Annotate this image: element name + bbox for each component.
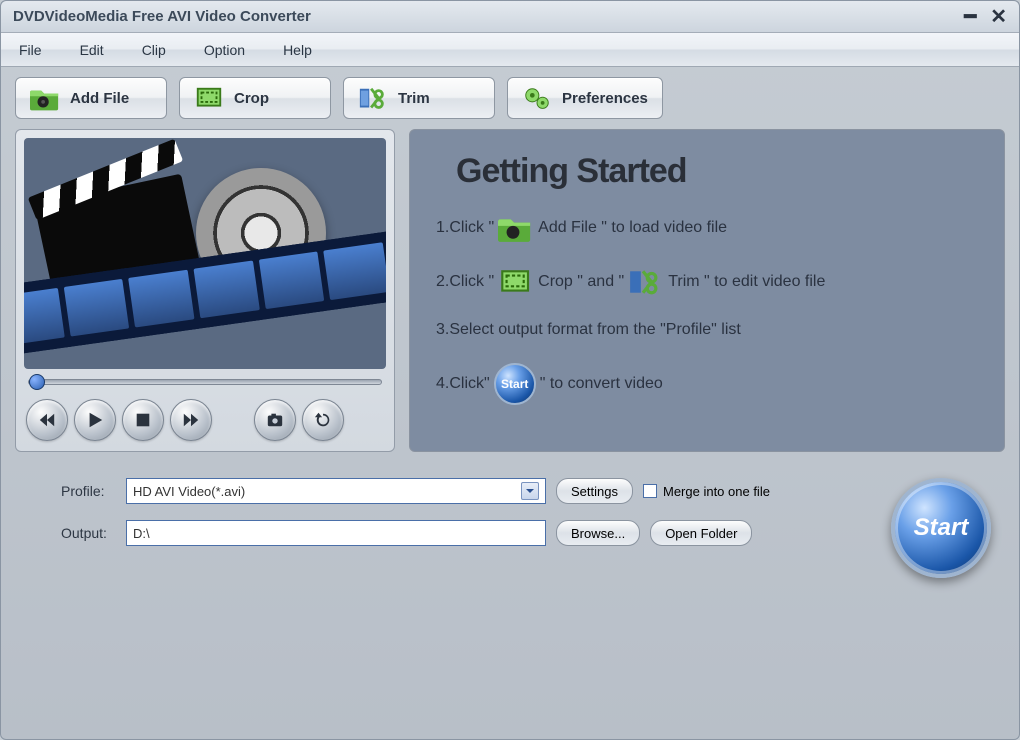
rewind-button[interactable] <box>26 399 68 441</box>
add-file-button[interactable]: Add File <box>15 77 167 119</box>
crop-label: Crop <box>234 90 269 107</box>
output-path-field[interactable]: D:\ <box>126 520 546 546</box>
minimize-button[interactable]: ━ <box>964 4 976 29</box>
toolbar: Add File Crop Trim Preferences <box>1 67 1019 129</box>
playback-controls <box>24 391 386 443</box>
crop-icon <box>498 267 534 297</box>
merge-label: Merge into one file <box>663 484 770 499</box>
guide-step-3: 3.Select output format from the "Profile… <box>436 321 978 339</box>
stop-button[interactable] <box>122 399 164 441</box>
profile-combobox[interactable]: HD AVI Video(*.avi) <box>126 478 546 504</box>
menu-clip[interactable]: Clip <box>142 42 166 58</box>
output-form: Profile: HD AVI Video(*.avi) Settings Me… <box>61 478 770 546</box>
guide-title: Getting Started <box>456 152 978 191</box>
seek-slider[interactable] <box>28 379 382 385</box>
crop-icon <box>194 85 224 111</box>
snapshot-button[interactable] <box>254 399 296 441</box>
forward-button[interactable] <box>170 399 212 441</box>
trim-scissors-icon <box>358 85 388 111</box>
merge-checkbox-row[interactable]: Merge into one file <box>643 484 770 499</box>
profile-value: HD AVI Video(*.avi) <box>133 484 245 499</box>
window-controls: ━ ✕ <box>964 4 1007 29</box>
trim-scissors-icon <box>628 267 664 297</box>
folder-film-icon <box>498 213 534 243</box>
guide-step-1: 1.Click " Add File " to load video file <box>436 213 978 243</box>
trim-button[interactable]: Trim <box>343 77 495 119</box>
seek-thumb[interactable] <box>29 374 45 390</box>
bottom-area: Profile: HD AVI Video(*.avi) Settings Me… <box>1 462 1019 592</box>
window-title: DVDVideoMedia Free AVI Video Converter <box>13 8 964 25</box>
settings-button[interactable]: Settings <box>556 478 633 504</box>
preview-image <box>24 138 386 369</box>
output-row: Output: D:\ Browse... Open Folder <box>61 520 770 546</box>
getting-started-panel: Getting Started 1.Click " Add File " to … <box>409 129 1005 452</box>
guide-step-2: 2.Click " Crop " and " Trim " to edit vi… <box>436 267 978 297</box>
preferences-label: Preferences <box>562 90 648 107</box>
menu-help[interactable]: Help <box>283 42 312 58</box>
gear-icon <box>522 85 552 111</box>
start-mini-icon: Start <box>494 363 536 405</box>
play-button[interactable] <box>74 399 116 441</box>
rotate-button[interactable] <box>302 399 344 441</box>
profile-label: Profile: <box>61 483 116 499</box>
preview-panel <box>15 129 395 452</box>
browse-button[interactable]: Browse... <box>556 520 640 546</box>
menubar: File Edit Clip Option Help <box>1 33 1019 67</box>
close-button[interactable]: ✕ <box>990 4 1007 29</box>
output-label: Output: <box>61 525 116 541</box>
chevron-down-icon[interactable] <box>521 482 539 500</box>
trim-label: Trim <box>398 90 430 107</box>
start-button[interactable]: Start <box>891 478 991 578</box>
open-folder-button[interactable]: Open Folder <box>650 520 752 546</box>
add-file-label: Add File <box>70 90 129 107</box>
crop-button[interactable]: Crop <box>179 77 331 119</box>
menu-option[interactable]: Option <box>204 42 245 58</box>
menu-edit[interactable]: Edit <box>80 42 104 58</box>
seek-slider-row <box>24 369 386 391</box>
app-window: DVDVideoMedia Free AVI Video Converter ━… <box>0 0 1020 740</box>
folder-film-icon <box>30 85 60 111</box>
guide-step-4: 4.Click" Start " to convert video <box>436 363 978 405</box>
output-path-value: D:\ <box>133 526 150 541</box>
profile-row: Profile: HD AVI Video(*.avi) Settings Me… <box>61 478 770 504</box>
main-area: Getting Started 1.Click " Add File " to … <box>1 129 1019 462</box>
titlebar: DVDVideoMedia Free AVI Video Converter ━… <box>1 1 1019 33</box>
merge-checkbox[interactable] <box>643 484 657 498</box>
preferences-button[interactable]: Preferences <box>507 77 663 119</box>
menu-file[interactable]: File <box>19 42 42 58</box>
